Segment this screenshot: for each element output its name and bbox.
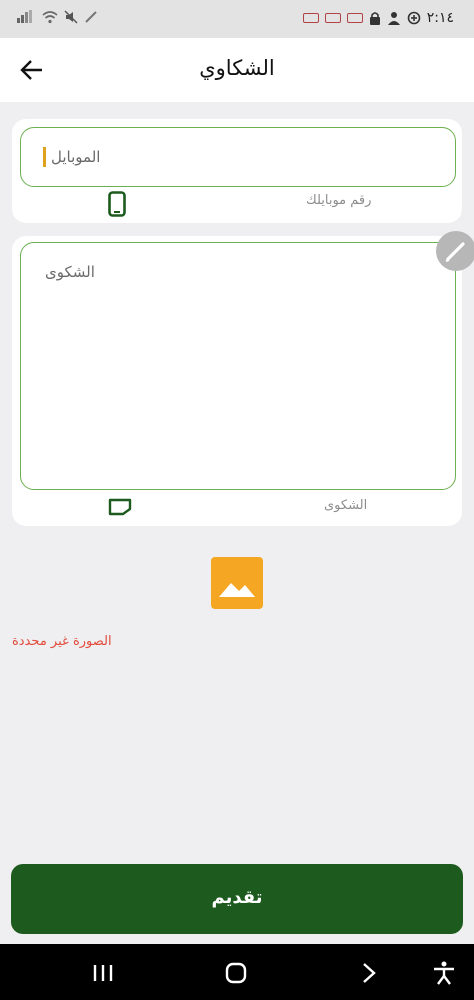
mobile-hint: رقم موبايلك [306, 193, 372, 208]
notification-icon [302, 13, 319, 23]
mute-icon [64, 10, 78, 24]
sync-icon [407, 11, 421, 25]
complaint-hint: الشكوى [324, 498, 368, 513]
signal-icon [17, 10, 32, 23]
page-title: الشكاوي [199, 56, 275, 80]
status-bar: ٢:١٤ [0, 0, 474, 38]
back-icon[interactable] [356, 960, 382, 986]
wifi-icon [42, 11, 58, 24]
status-left-icons [16, 10, 98, 24]
phone-icon [108, 191, 126, 217]
complaint-placeholder: الشكوى [45, 263, 95, 281]
mobile-placeholder: الموبايل [51, 148, 101, 166]
recents-icon[interactable] [90, 960, 116, 986]
accessibility-icon[interactable] [431, 960, 457, 986]
user-icon [387, 12, 400, 25]
system-nav-bar [0, 944, 474, 1000]
complaint-card: الشكوى الشكوى [12, 236, 462, 526]
home-icon[interactable] [223, 960, 249, 986]
image-error-text: الصورة غير محددة [12, 634, 112, 649]
mobile-card: الموبايل رقم موبايلك [12, 119, 462, 223]
app-bar: الشكاوي [0, 38, 474, 102]
lock-icon [369, 12, 380, 25]
submit-button[interactable]: تقديم [11, 864, 463, 934]
image-icon [219, 583, 255, 597]
status-right-icons: ٢:١٤ [302, 10, 454, 26]
complaint-field[interactable]: الشكوى [20, 242, 456, 490]
note-icon [108, 498, 132, 516]
image-picker[interactable] [211, 557, 263, 609]
pencil-icon [445, 242, 465, 262]
mobile-field[interactable]: الموبايل [20, 127, 456, 187]
notification-icon [324, 13, 341, 23]
edit-button[interactable] [436, 231, 474, 271]
status-time: ٢:١٤ [426, 10, 454, 26]
notification-icon [346, 13, 363, 23]
text-caret [43, 147, 46, 167]
pen-icon [85, 11, 97, 23]
